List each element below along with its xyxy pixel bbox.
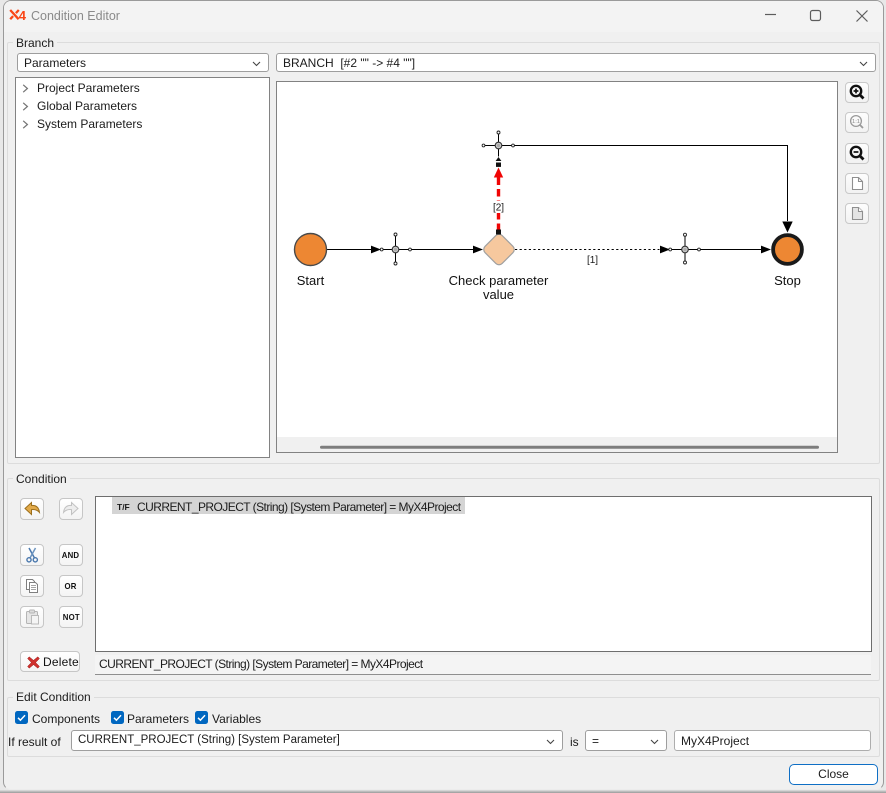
- svg-text:Start: Start: [297, 273, 325, 288]
- svg-text:value: value: [483, 287, 514, 302]
- svg-text:1:1: 1:1: [852, 119, 860, 125]
- svg-text:Check parameter: Check parameter: [449, 273, 549, 288]
- svg-text:[2]: [2]: [493, 203, 504, 214]
- svg-text:[1]: [1]: [587, 255, 598, 266]
- svg-text:Stop: Stop: [774, 273, 801, 288]
- svg-text:4: 4: [19, 9, 27, 21]
